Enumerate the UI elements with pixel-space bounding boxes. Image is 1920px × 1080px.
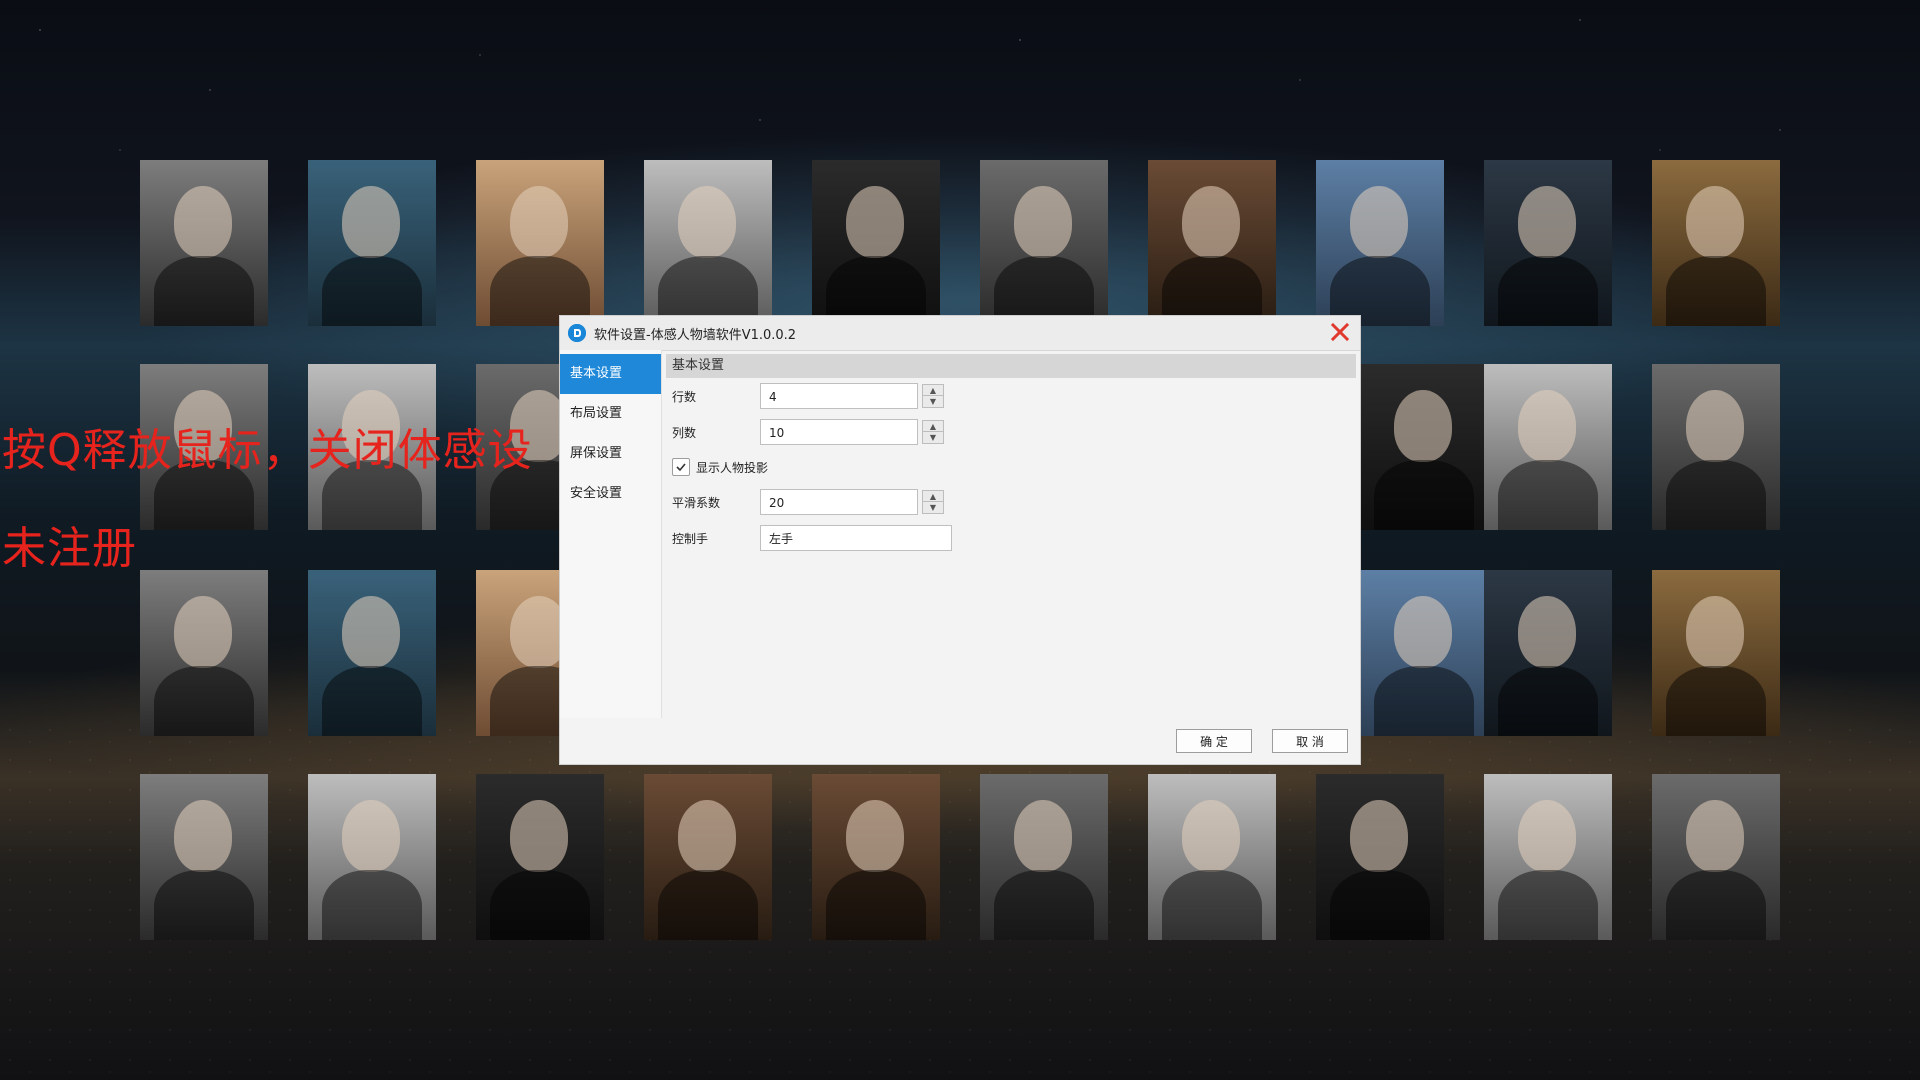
ok-button[interactable]: 确 定 (1176, 729, 1252, 753)
app-icon (568, 324, 586, 342)
sidebar-item-layout[interactable]: 布局设置 (560, 394, 661, 434)
portrait-tile (1484, 160, 1612, 326)
triangle-up-icon: ▲ (929, 491, 937, 501)
cols-increment-button[interactable]: ▲ (922, 420, 944, 432)
rows-increment-button[interactable]: ▲ (922, 384, 944, 396)
smoothing-decrement-button[interactable]: ▼ (922, 502, 944, 514)
triangle-up-icon: ▲ (929, 385, 937, 395)
smoothing-label: 平滑系数 (672, 495, 721, 510)
settings-sidebar: 基本设置 布局设置 屏保设置 安全设置 (560, 350, 662, 718)
cols-decrement-button[interactable]: ▼ (922, 432, 944, 444)
portrait-tile (1652, 160, 1780, 326)
dialog-titlebar[interactable]: 软件设置-体感人物墙软件V1.0.0.2 (560, 316, 1360, 351)
show-shadow-label: 显示人物投影 (696, 460, 769, 475)
portrait-tile (140, 774, 268, 940)
portrait-tile (644, 774, 772, 940)
portrait-tile (1316, 774, 1444, 940)
dialog-title: 软件设置-体感人物墙软件V1.0.0.2 (594, 327, 797, 343)
portrait-tile (1652, 774, 1780, 940)
control-hand-label: 控制手 (672, 531, 709, 546)
cols-input[interactable]: 10 (760, 419, 918, 445)
smoothing-stepper: 20 ▲ ▼ (760, 489, 944, 515)
smoothing-setting: 平滑系数 20 ▲ ▼ (662, 484, 1360, 520)
portrait-tile (1484, 364, 1612, 530)
control-hand-select[interactable]: 左手 (760, 525, 952, 551)
sidebar-item-label: 基本设置 (570, 366, 623, 381)
rows-stepper: 4 ▲ ▼ (760, 383, 944, 409)
portrait-tile (308, 570, 436, 736)
portrait-tile (1652, 364, 1780, 530)
cancel-button[interactable]: 取 消 (1272, 729, 1348, 753)
sidebar-item-label: 安全设置 (570, 486, 623, 501)
triangle-down-icon: ▼ (929, 433, 937, 442)
smoothing-increment-button[interactable]: ▲ (922, 490, 944, 502)
portrait-tile (812, 160, 940, 326)
triangle-down-icon: ▼ (929, 503, 937, 512)
show-shadow-checkbox[interactable] (672, 458, 690, 476)
portrait-tile (1484, 570, 1612, 736)
portrait-tile (1148, 774, 1276, 940)
rows-setting: 行数 4 ▲ ▼ (662, 378, 1360, 414)
smoothing-input[interactable]: 20 (760, 489, 918, 515)
dialog-footer: 确 定 取 消 (560, 718, 1360, 764)
rows-label: 行数 (672, 389, 697, 404)
show-shadow-setting: 显示人物投影 (662, 450, 1360, 484)
portrait-tile (476, 774, 604, 940)
portrait-tile (140, 160, 268, 326)
portrait-tile (1148, 160, 1276, 326)
control-hand-setting: 控制手 左手 (662, 520, 1360, 556)
portrait-tile (308, 774, 436, 940)
close-icon (1330, 322, 1350, 342)
portrait-tile (812, 774, 940, 940)
portrait-tile (1652, 570, 1780, 736)
rows-decrement-button[interactable]: ▼ (922, 396, 944, 408)
unregistered-label: 未注册 (2, 523, 137, 574)
cols-stepper: 10 ▲ ▼ (760, 419, 944, 445)
sidebar-item-basic[interactable]: 基本设置 (560, 354, 661, 394)
sidebar-item-label: 屏保设置 (570, 446, 623, 461)
sidebar-item-screensaver[interactable]: 屏保设置 (560, 434, 661, 474)
portrait-tile (980, 774, 1108, 940)
close-button[interactable] (1328, 320, 1352, 344)
section-title: 基本设置 (666, 354, 1356, 378)
portrait-tile (1484, 774, 1612, 940)
release-mouse-hint: 按Q释放鼠标，关闭体感设 (2, 425, 533, 476)
cols-setting: 列数 10 ▲ ▼ (662, 414, 1360, 450)
rows-input[interactable]: 4 (760, 383, 918, 409)
checkmark-icon (676, 463, 686, 472)
portrait-tile (644, 160, 772, 326)
settings-panel: 基本设置 行数 4 ▲ ▼ 列数 10 ▲ ▼ 显示人物投影 平滑系数 20 ▲… (662, 350, 1360, 718)
triangle-down-icon: ▼ (929, 397, 937, 406)
sidebar-item-label: 布局设置 (570, 406, 623, 421)
portrait-tile (1316, 160, 1444, 326)
portrait-tile (1360, 570, 1488, 736)
portrait-tile (140, 570, 268, 736)
triangle-up-icon: ▲ (929, 421, 937, 431)
portrait-tile (476, 160, 604, 326)
portrait-tile (980, 160, 1108, 326)
settings-dialog: 软件设置-体感人物墙软件V1.0.0.2 基本设置 布局设置 屏保设置 安全设置… (560, 316, 1360, 764)
portrait-tile (1360, 364, 1488, 530)
sidebar-item-security[interactable]: 安全设置 (560, 474, 661, 514)
portrait-tile (308, 160, 436, 326)
cols-label: 列数 (672, 425, 697, 440)
